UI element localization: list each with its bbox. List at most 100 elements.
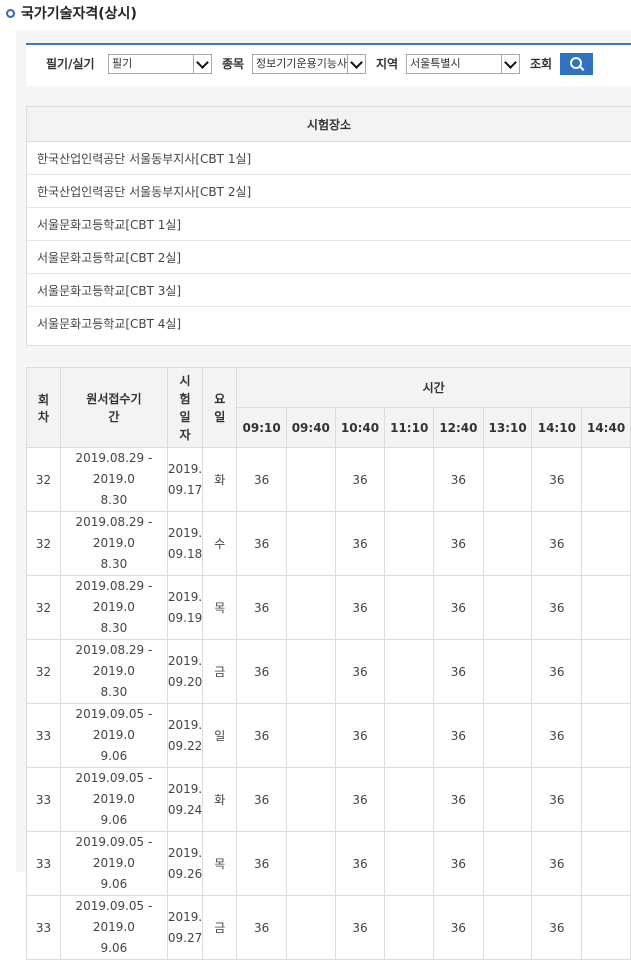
time-slot-header: 10:40 xyxy=(334,407,386,448)
period-start: 2019.08.29 - 2019.0 xyxy=(75,579,153,614)
type-label: 필기/실기 xyxy=(46,57,95,71)
item-select[interactable]: 정보기기운용기능사 xyxy=(252,54,366,74)
period-end: 9.06 xyxy=(100,877,128,891)
seat-count: 36 xyxy=(253,728,270,743)
time-slot-cell: 36 xyxy=(531,575,583,640)
seat-count: 36 xyxy=(253,536,270,551)
type-select[interactable]: 필기 xyxy=(108,54,212,74)
day-value: 금 xyxy=(214,665,226,679)
time-slot-cell xyxy=(581,895,631,960)
time-slot-cell xyxy=(581,447,631,512)
time-slot-cell: 36 xyxy=(433,767,484,832)
list-item[interactable]: 한국산업인력공단 서울동부지사[CBT 2실] xyxy=(27,175,631,208)
search-button[interactable] xyxy=(560,53,593,75)
seat-count: 36 xyxy=(253,792,270,807)
seat-count: 36 xyxy=(253,920,270,935)
table-row: 32 2019.08.29 - 2019.0 8.30 2019. 09.18 수 36 36… xyxy=(26,511,631,576)
time-slot-cell xyxy=(482,895,533,960)
time-slot-cell xyxy=(384,575,435,640)
day-cell: 화 xyxy=(202,447,238,512)
seat-count: 36 xyxy=(450,792,467,807)
time-slot-cell: 36 xyxy=(334,895,386,960)
time-slot-cell: 36 xyxy=(334,639,386,704)
date-day: 09.27 xyxy=(167,930,203,945)
time-slot-cell xyxy=(285,831,336,896)
time-slot-cell: 36 xyxy=(433,831,484,896)
time-slot-cell: 36 xyxy=(334,511,386,576)
search-icon xyxy=(569,57,582,69)
time-slot-cell: 36 xyxy=(531,767,583,832)
time-slot-cell xyxy=(384,703,435,768)
region-select[interactable]: 서울특별시 xyxy=(406,54,520,74)
seat-count: 36 xyxy=(352,728,368,743)
seat-count: 36 xyxy=(253,856,270,871)
time-slot-cell: 36 xyxy=(236,767,287,832)
seat-count: 36 xyxy=(253,664,270,679)
seat-count: 36 xyxy=(253,472,270,487)
seat-count: 36 xyxy=(450,472,467,487)
period-start: 2019.09.05 - 2019.0 xyxy=(75,899,153,934)
round-value: 32 xyxy=(35,536,52,551)
list-item[interactable]: 서울문화고등학교[CBT 3실] xyxy=(27,274,631,307)
time-slot-header: 09:40 xyxy=(285,407,336,448)
time-slot-cell: 36 xyxy=(531,511,583,576)
time-slot-cell: 36 xyxy=(433,511,484,576)
time-slot-cell: 36 xyxy=(433,639,484,704)
chevron-down-icon[interactable] xyxy=(347,55,365,73)
schedule-table: 회차 원서접수기간 시험일자 요일 시간 09:10 09:40 10:40 11:1… xyxy=(26,367,631,960)
time-slot-cell xyxy=(285,895,336,960)
period-cell: 2019.09.05 - 2019.0 9.06 xyxy=(59,831,168,896)
page-title: 국가기술자격(상시) xyxy=(21,6,137,22)
seat-count: 36 xyxy=(549,536,565,551)
chevron-down-icon[interactable] xyxy=(501,55,519,73)
date-header: 시험일자 xyxy=(166,367,204,448)
seat-count: 36 xyxy=(253,600,270,615)
period-end: 9.06 xyxy=(100,941,128,955)
time-slot-cell: 36 xyxy=(236,447,287,512)
seat-count: 36 xyxy=(450,728,467,743)
time-slot-cell: 36 xyxy=(236,831,287,896)
schedule-body: 32 2019.08.29 - 2019.0 8.30 2019. 09.17 화 36 36… xyxy=(26,447,631,960)
period-start: 2019.08.29 - 2019.0 xyxy=(75,515,153,550)
time-slot-header: 11:10 xyxy=(384,407,435,448)
time-slot-cell: 36 xyxy=(334,575,386,640)
region-select-value: 서울특별시 xyxy=(410,57,461,70)
period-end: 9.06 xyxy=(100,749,128,763)
time-slot-cell xyxy=(581,639,631,704)
time-slot-cell: 36 xyxy=(433,703,484,768)
time-slot-header: 09:10 xyxy=(236,407,287,448)
period-cell: 2019.08.29 - 2019.0 8.30 xyxy=(59,639,168,704)
date-year: 2019. xyxy=(167,589,203,604)
day-cell: 목 xyxy=(202,575,238,640)
seat-count: 36 xyxy=(450,600,467,615)
round-value: 33 xyxy=(35,856,52,871)
table-row: 33 2019.09.05 - 2019.0 9.06 2019. 09.24 화 36 36… xyxy=(26,767,631,832)
time-slot-cell: 36 xyxy=(531,831,583,896)
round-value: 32 xyxy=(35,600,52,615)
circle-bullet-icon xyxy=(6,8,15,18)
list-item[interactable]: 한국산업인력공단 서울동부지사[CBT 1실] xyxy=(27,142,631,175)
round-value: 33 xyxy=(35,728,52,743)
date-day: 09.19 xyxy=(167,610,203,625)
day-header: 요일 xyxy=(202,367,238,448)
round-value: 32 xyxy=(35,472,52,487)
time-slot-cell: 36 xyxy=(236,703,287,768)
chevron-down-icon[interactable] xyxy=(193,55,211,73)
date-cell: 2019. 09.17 xyxy=(166,447,204,512)
day-value: 금 xyxy=(214,921,226,935)
time-slot-cell: 36 xyxy=(433,447,484,512)
period-start: 2019.09.05 - 2019.0 xyxy=(75,835,153,870)
period-start: 2019.08.29 - 2019.0 xyxy=(75,451,153,486)
period-cell: 2019.09.05 - 2019.0 9.06 xyxy=(59,703,168,768)
seat-count: 36 xyxy=(450,856,467,871)
time-slot-cell: 36 xyxy=(236,511,287,576)
time-slot-cell xyxy=(384,895,435,960)
round-cell: 32 xyxy=(26,511,61,576)
table-row: 33 2019.09.05 - 2019.0 9.06 2019. 09.26 목 36 36… xyxy=(26,831,631,896)
list-item[interactable]: 서울문화고등학교[CBT 2실] xyxy=(27,241,631,274)
list-item[interactable]: 서울문화고등학교[CBT 4실] xyxy=(27,307,631,340)
seat-count: 36 xyxy=(450,536,467,551)
list-item[interactable]: 서울문화고등학교[CBT 1실] xyxy=(27,208,631,241)
round-value: 33 xyxy=(35,792,52,807)
day-cell: 목 xyxy=(202,831,238,896)
